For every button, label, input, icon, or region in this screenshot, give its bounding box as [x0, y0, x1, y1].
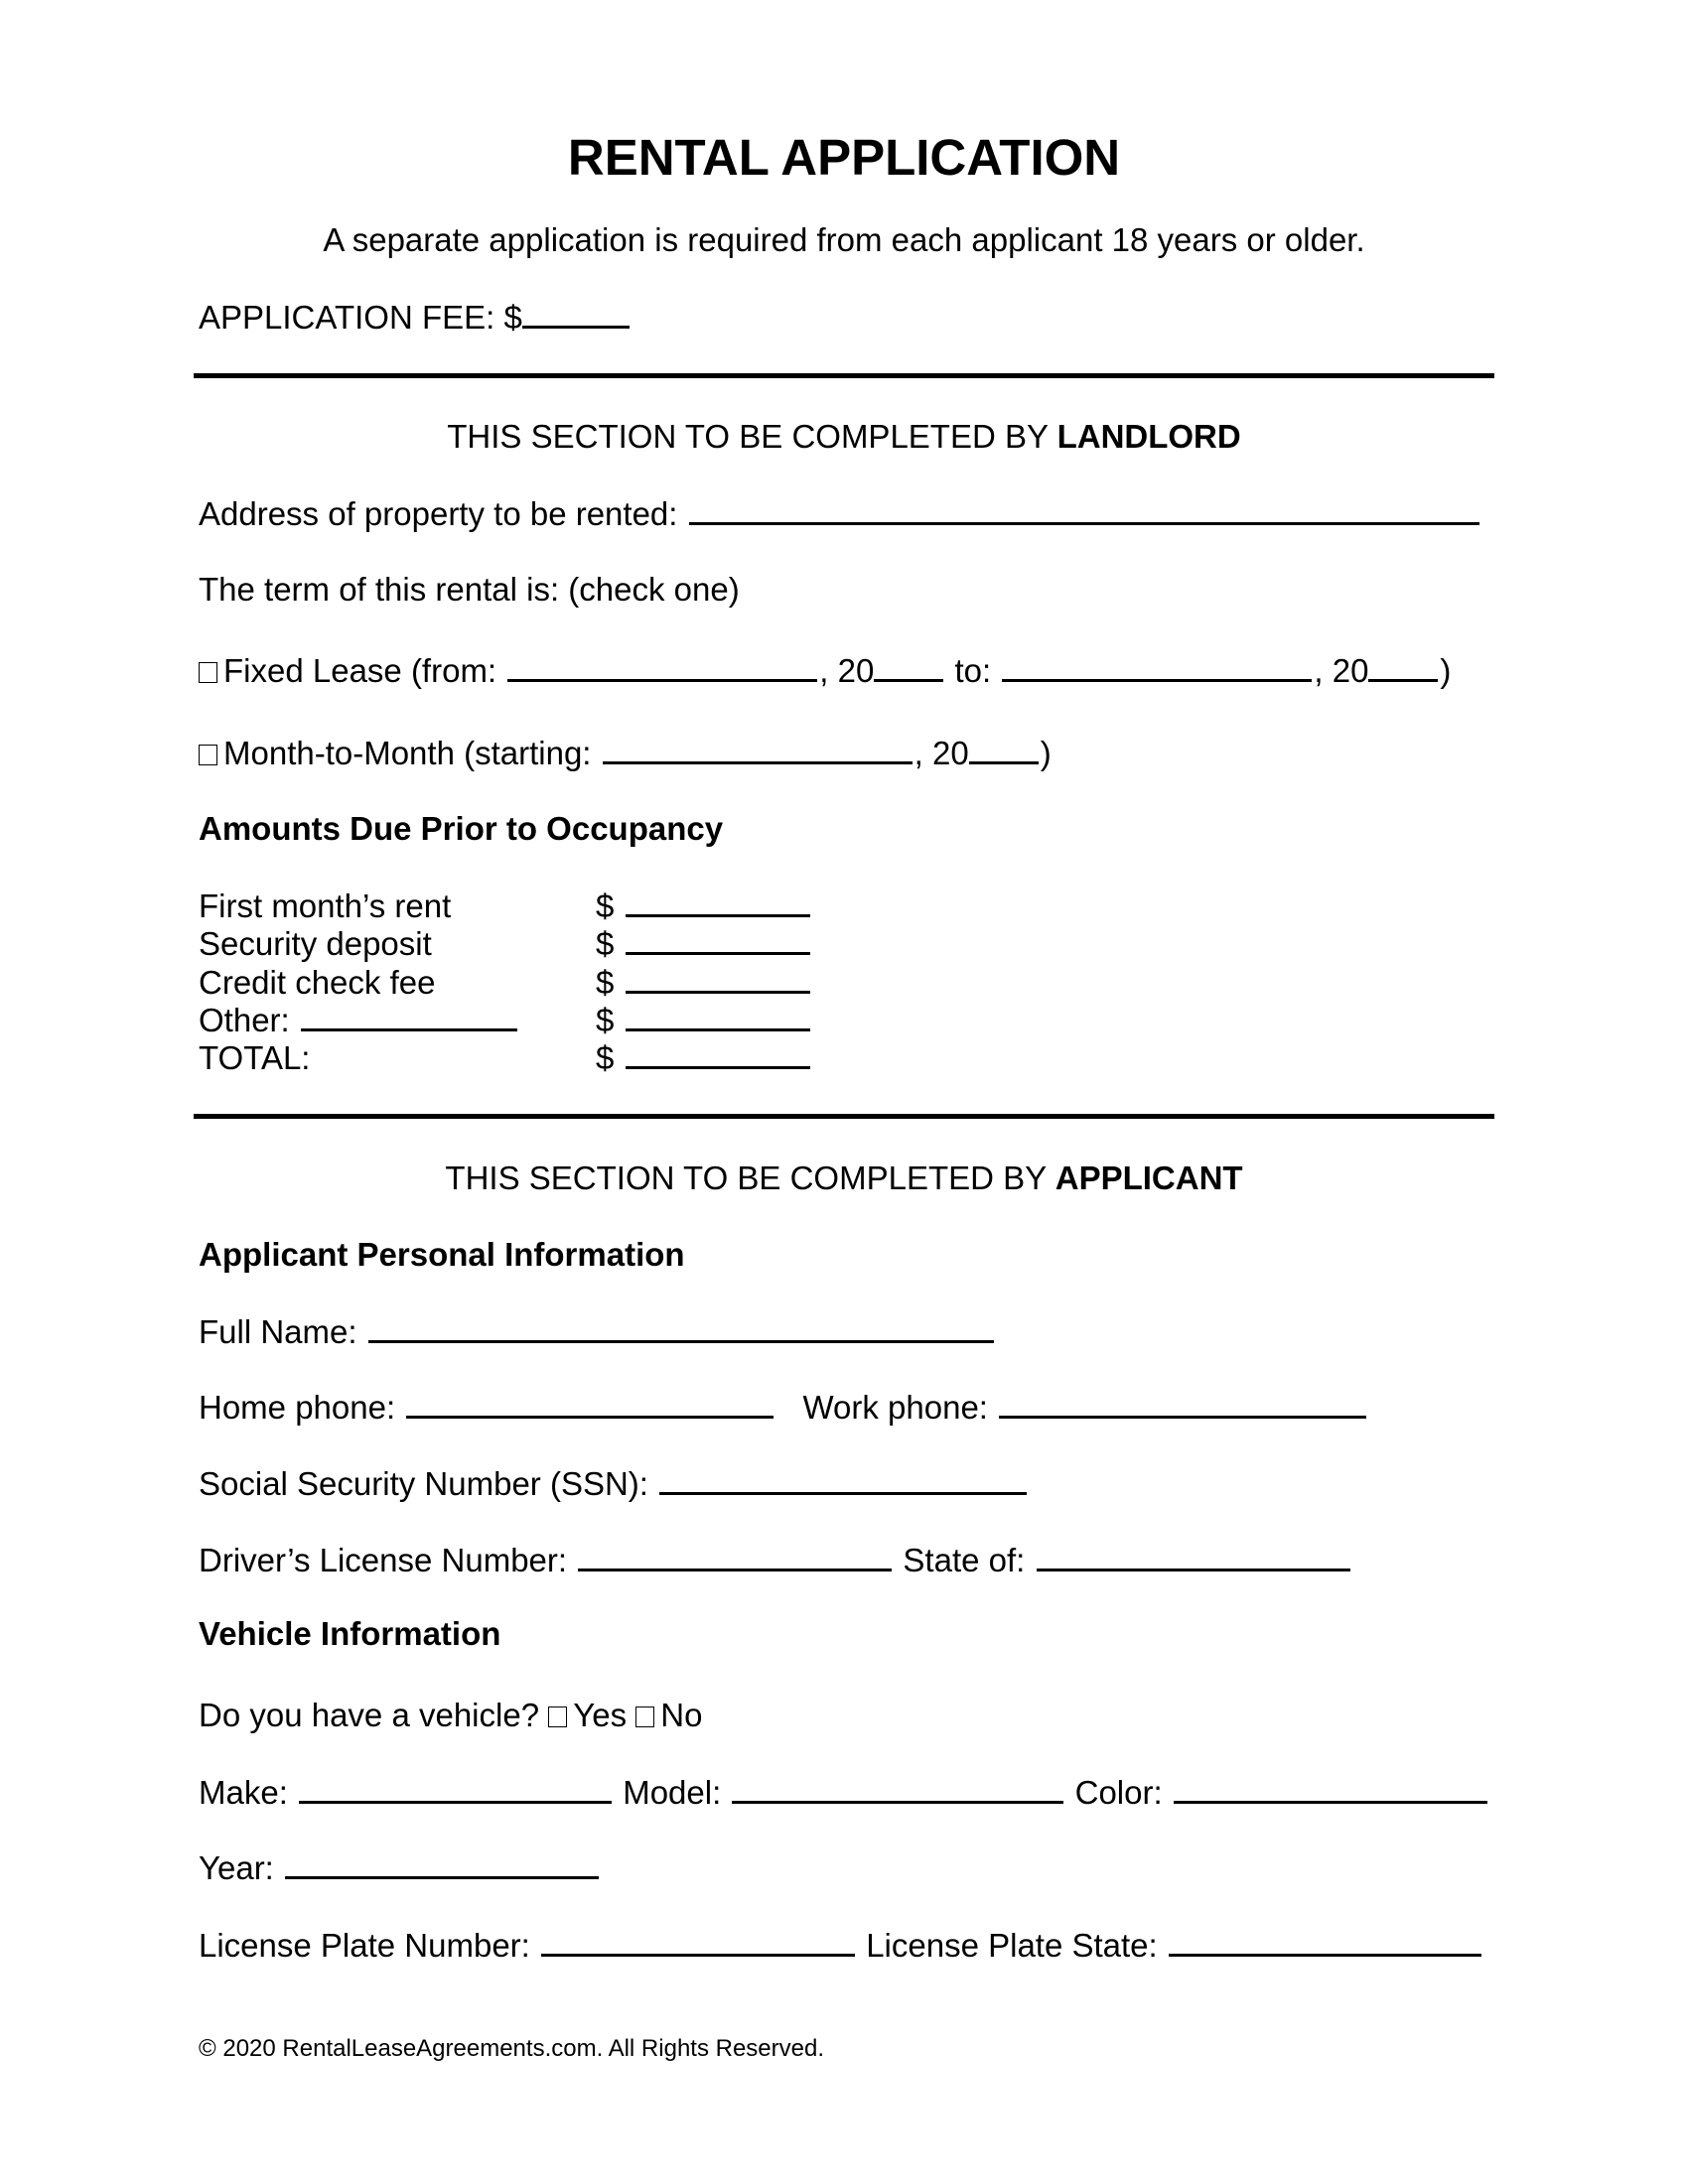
to-label: to: — [954, 652, 992, 689]
month-to-month-checkbox[interactable] — [199, 745, 217, 765]
license-state-field[interactable] — [1036, 1543, 1350, 1571]
term-label: The term of this rental is: (check one) — [199, 571, 740, 608]
currency-symbol: $ — [596, 925, 615, 962]
application-fee-row: APPLICATION FEE: $ — [199, 300, 632, 334]
full-name-label: Full Name: — [199, 1313, 357, 1350]
vehicle-no-checkbox[interactable] — [635, 1706, 655, 1727]
month-start-date-field[interactable] — [602, 736, 913, 764]
make-label: Make: — [199, 1774, 288, 1811]
currency-symbol: $ — [596, 964, 615, 1001]
license-plate-number-label: License Plate Number: — [199, 1927, 530, 1964]
personal-info-heading: Applicant Personal Information — [199, 1236, 685, 1273]
amount-label: Other: — [199, 1002, 290, 1038]
no-label: No — [660, 1697, 703, 1733]
other-amount-field[interactable] — [625, 1003, 810, 1031]
license-plate-number-field[interactable] — [541, 1928, 856, 1957]
home-phone-field[interactable] — [406, 1390, 774, 1419]
close-paren: ) — [1440, 652, 1452, 689]
other-label-cell: Other: — [199, 1003, 596, 1036]
section-heading-prefix: THIS SECTION TO BE COMPLETED BY — [447, 418, 1057, 455]
applicant-section-heading: THIS SECTION TO BE COMPLETED BY APPLICAN… — [0, 1161, 1688, 1194]
ssn-label: Social Security Number (SSN): — [199, 1465, 648, 1502]
year-label: Year: — [199, 1849, 274, 1886]
fixed-to-year-field[interactable] — [1368, 653, 1439, 682]
currency-symbol: $ — [596, 1002, 615, 1038]
year-prefix: , 20 — [1314, 652, 1369, 689]
vehicle-year-field[interactable] — [285, 1850, 600, 1879]
amount-row-credit-check: Credit check fee $ — [199, 965, 812, 999]
application-fee-field[interactable] — [521, 300, 630, 329]
vehicle-year-row: Year: — [199, 1850, 601, 1884]
amount-label: First month’s rent — [199, 887, 452, 924]
section-divider — [194, 1114, 1494, 1119]
amount-row-security-deposit: Security deposit $ — [199, 926, 812, 960]
application-fee-label: APPLICATION FEE: $ — [199, 299, 522, 336]
close-paren: ) — [1040, 735, 1052, 771]
address-field[interactable] — [688, 496, 1479, 525]
vehicle-question-label: Do you have a vehicle? — [199, 1697, 540, 1733]
fixed-lease-label: Fixed Lease (from: — [223, 652, 497, 689]
amount-row-total: TOTAL: $ — [199, 1040, 812, 1074]
currency-symbol: $ — [596, 1039, 615, 1076]
year-prefix: , 20 — [914, 735, 969, 771]
address-row: Address of property to be rented: — [199, 496, 1481, 530]
full-name-field[interactable] — [367, 1314, 994, 1343]
license-plate-state-field[interactable] — [1168, 1928, 1481, 1957]
drivers-license-field[interactable] — [578, 1543, 893, 1571]
license-plate-row: License Plate Number: License Plate Stat… — [199, 1928, 1483, 1962]
fixed-to-date-field[interactable] — [1002, 653, 1313, 682]
amount-row-first-month: First month’s rent $ — [199, 888, 812, 922]
model-label: Model: — [623, 1774, 722, 1811]
first-month-rent-field[interactable] — [625, 888, 810, 917]
yes-label: Yes — [573, 1697, 628, 1733]
amounts-heading: Amounts Due Prior to Occupancy — [199, 810, 724, 847]
vehicle-info-heading: Vehicle Information — [199, 1615, 501, 1652]
license-plate-state-label: License Plate State: — [866, 1927, 1158, 1964]
vehicle-make-model-row: Make: Model: Color: — [199, 1775, 1489, 1809]
month-start-year-field[interactable] — [968, 736, 1039, 764]
home-phone-label: Home phone: — [199, 1389, 396, 1426]
work-phone-label: Work phone: — [802, 1389, 988, 1426]
credit-check-fee-field[interactable] — [625, 965, 810, 994]
amount-label: Security deposit — [199, 925, 432, 962]
amount-row-other: Other: $ — [199, 1003, 812, 1036]
section-heading-role: LANDLORD — [1056, 418, 1241, 455]
month-to-month-label: Month-to-Month (starting: — [223, 735, 592, 771]
model-field[interactable] — [732, 1775, 1064, 1804]
month-to-month-row: Month-to-Month (starting: , 20) — [199, 736, 1052, 769]
fixed-lease-row: Fixed Lease (from: , 20 to: , 20) — [199, 653, 1451, 687]
subtitle: A separate application is required from … — [323, 221, 1365, 258]
color-field[interactable] — [1173, 1775, 1487, 1804]
license-state-label: State of: — [903, 1542, 1026, 1578]
vehicle-question-row: Do you have a vehicle? Yes No — [199, 1699, 702, 1731]
total-amount-field[interactable] — [625, 1040, 810, 1069]
copyright-footer: © 2020 RentalLeaseAgreements.com. All Ri… — [199, 2035, 825, 2062]
landlord-section-heading: THIS SECTION TO BE COMPLETED BY LANDLORD — [0, 420, 1688, 453]
ssn-row: Social Security Number (SSN): — [199, 1466, 1029, 1500]
section-heading-prefix: THIS SECTION TO BE COMPLETED BY — [445, 1160, 1055, 1196]
drivers-license-row: Driver’s License Number: State of: — [199, 1543, 1352, 1576]
security-deposit-field[interactable] — [625, 926, 810, 955]
other-description-field[interactable] — [300, 1003, 517, 1031]
address-label: Address of property to be rented: — [199, 495, 678, 532]
amount-label: TOTAL: — [199, 1039, 311, 1076]
currency-symbol: $ — [596, 887, 615, 924]
ssn-field[interactable] — [659, 1466, 1028, 1495]
year-prefix: , 20 — [819, 652, 875, 689]
drivers-license-label: Driver’s License Number: — [199, 1542, 568, 1578]
work-phone-field[interactable] — [999, 1390, 1367, 1419]
page-title: RENTAL APPLICATION — [567, 129, 1121, 186]
amount-label: Credit check fee — [199, 964, 436, 1001]
make-field[interactable] — [299, 1775, 613, 1804]
phone-row: Home phone: Work phone: — [199, 1390, 1368, 1424]
fixed-from-year-field[interactable] — [874, 653, 944, 682]
vehicle-yes-checkbox[interactable] — [548, 1706, 568, 1727]
fixed-from-date-field[interactable] — [507, 653, 818, 682]
section-divider — [194, 373, 1494, 378]
color-label: Color: — [1074, 1774, 1163, 1811]
fixed-lease-checkbox[interactable] — [199, 662, 217, 683]
section-heading-role: APPLICANT — [1055, 1160, 1243, 1196]
full-name-row: Full Name: — [199, 1314, 996, 1348]
